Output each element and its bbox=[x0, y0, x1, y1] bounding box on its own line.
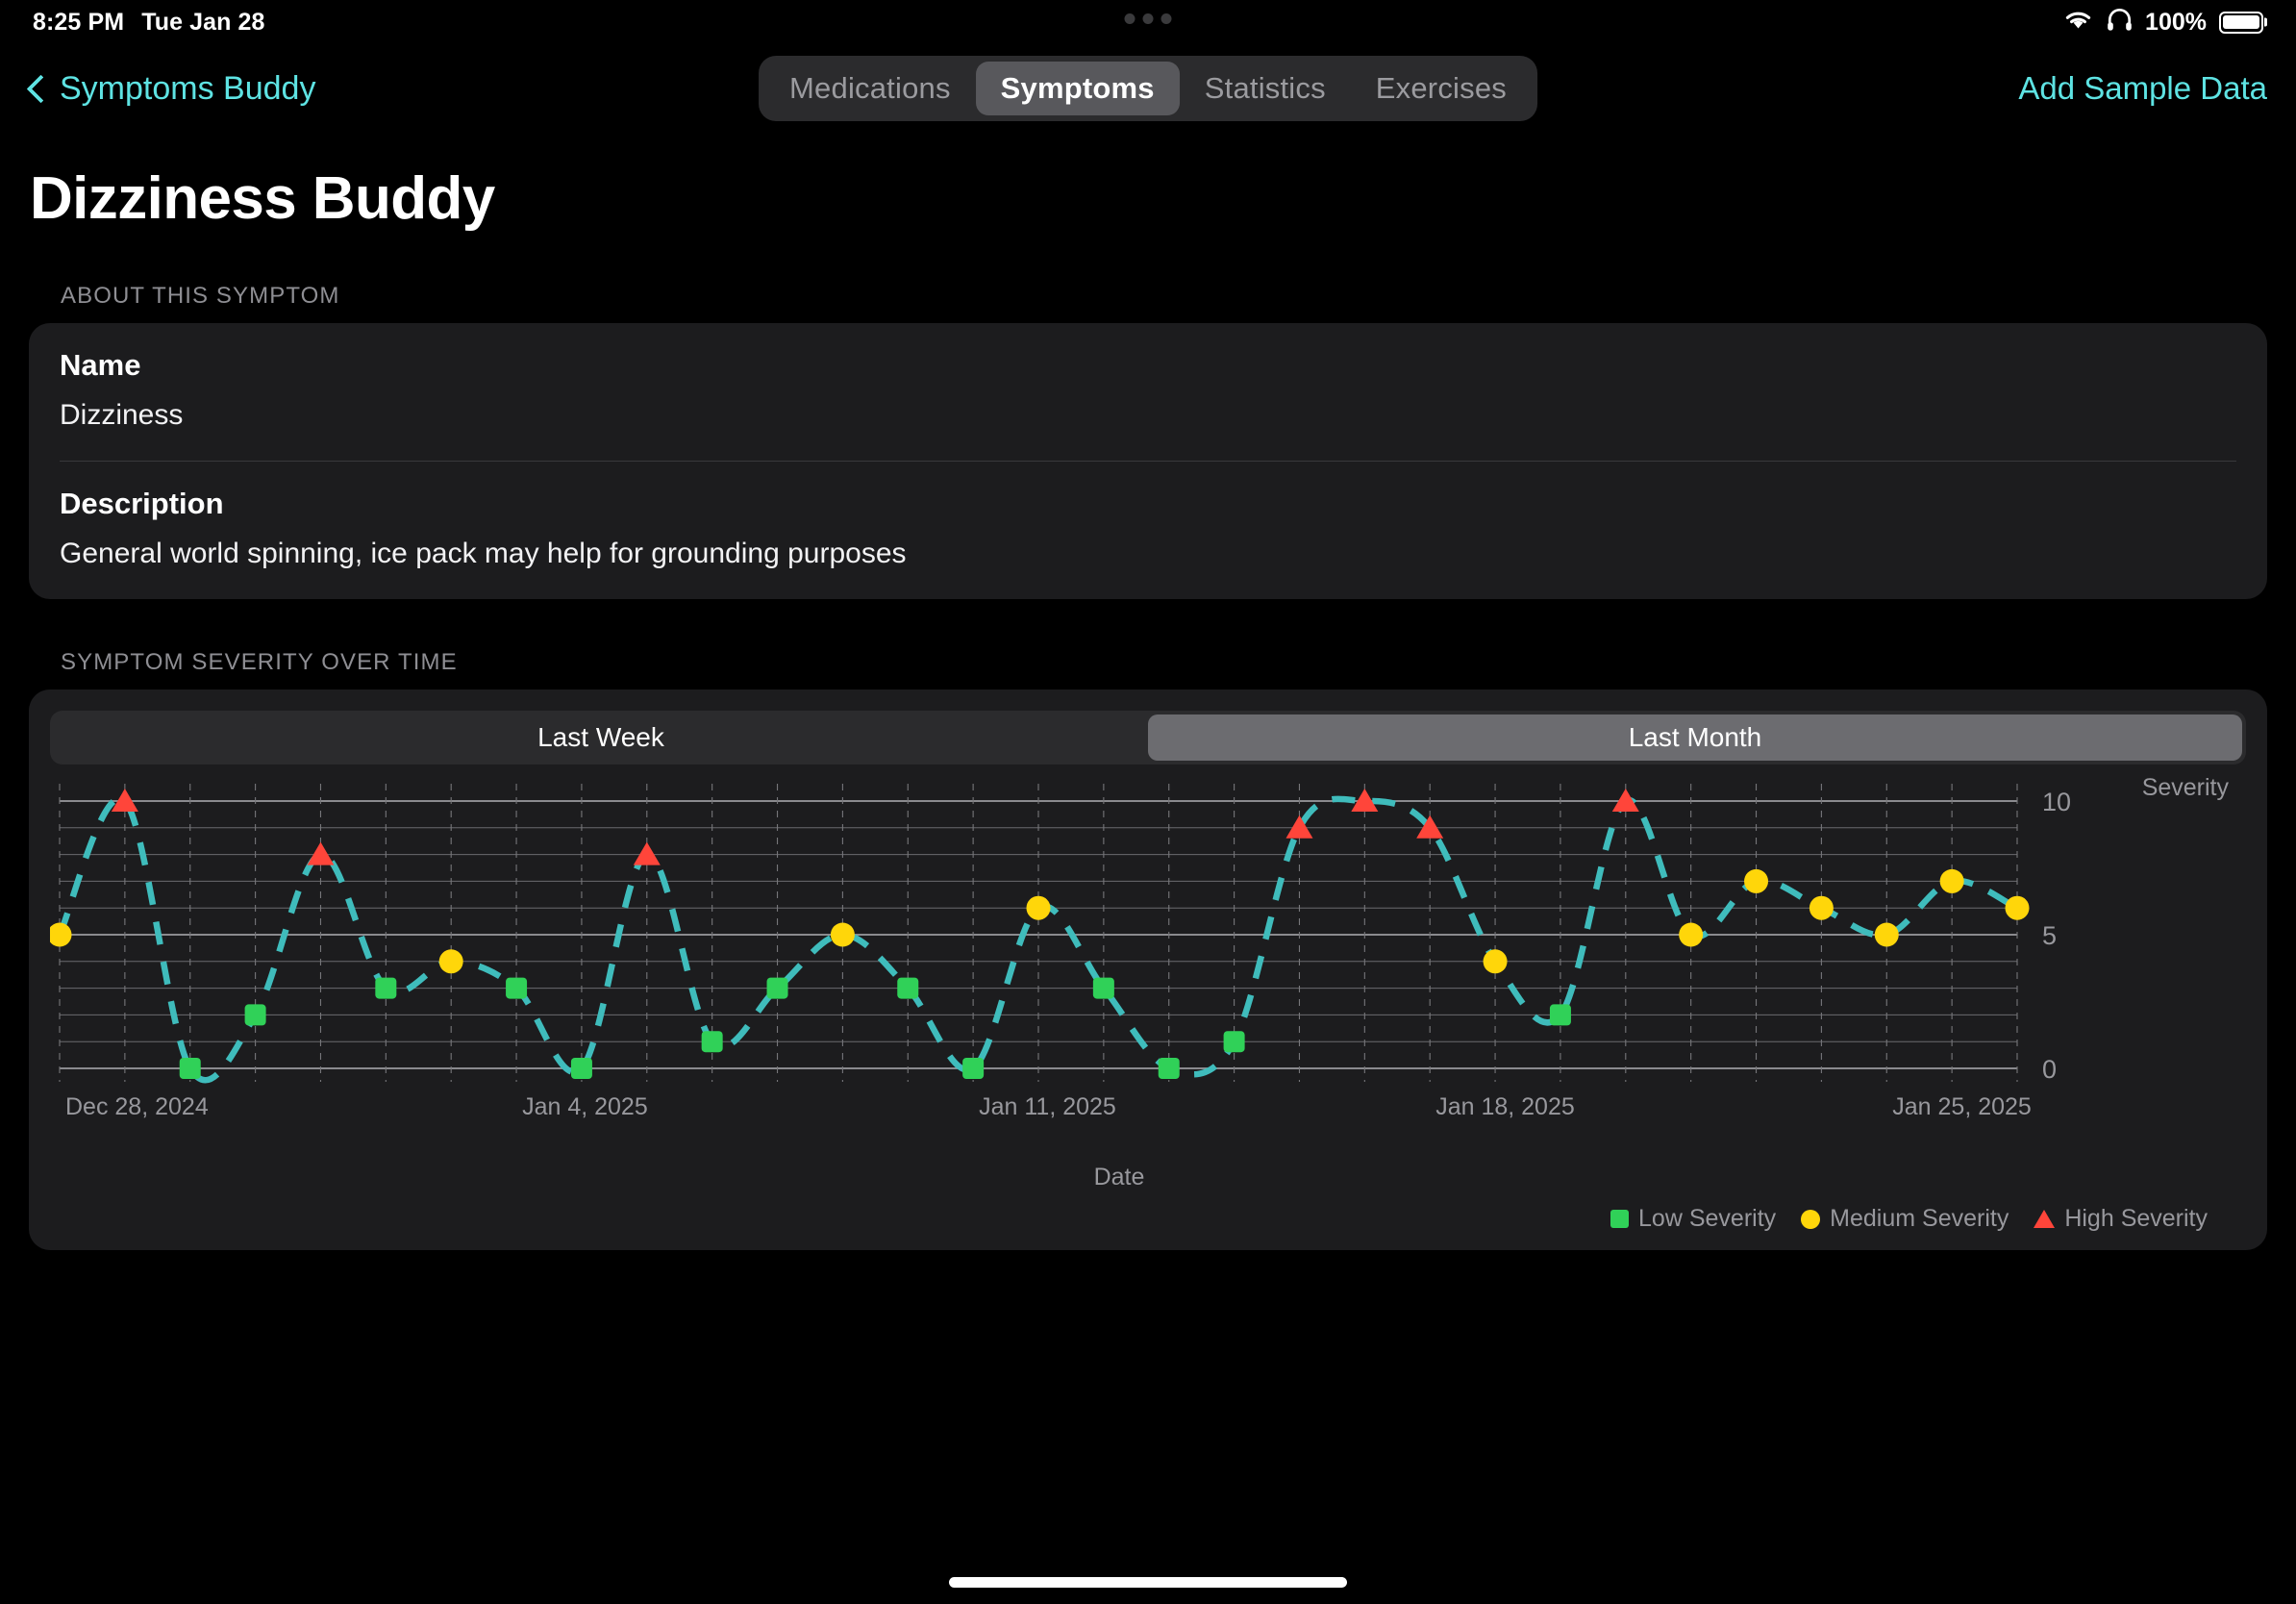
about-card: Name Dizziness Description General world… bbox=[29, 323, 2267, 599]
severity-section-header: SYMPTOM SEVERITY OVER TIME bbox=[61, 649, 458, 675]
high-severity-marker bbox=[307, 841, 335, 865]
add-sample-data-button[interactable]: Add Sample Data bbox=[2018, 70, 2267, 107]
y-tick-label: 0 bbox=[2042, 1055, 2057, 1084]
legend-item-low: Low Severity bbox=[1610, 1205, 1776, 1233]
medium-severity-marker bbox=[1809, 895, 1834, 920]
severity-line-chart[interactable]: 0 5 10 Dec 28, 2024 Jan 4, 2025 Jan 11, 2025 J… bbox=[50, 780, 2219, 1136]
wifi-icon bbox=[2062, 9, 2094, 37]
high-severity-triangle-icon bbox=[2034, 1210, 2056, 1228]
legend-item-high: High Severity bbox=[2034, 1205, 2208, 1233]
chart-legend: Low Severity Medium Severity High Severi… bbox=[50, 1205, 2246, 1233]
tab-medications[interactable]: Medications bbox=[764, 62, 976, 115]
medium-severity-marker bbox=[1679, 922, 1704, 947]
range-segmented-control[interactable]: Last Week Last Month bbox=[50, 711, 2246, 764]
low-severity-marker bbox=[179, 1058, 201, 1079]
back-button-label: Symptoms Buddy bbox=[60, 69, 316, 107]
range-option-last-month[interactable]: Last Month bbox=[1148, 714, 2242, 761]
medium-severity-marker bbox=[830, 922, 855, 947]
description-field-value: General world spinning, ice pack may hel… bbox=[60, 538, 907, 569]
y-tick-label: 10 bbox=[2042, 788, 2071, 816]
y-axis-title: Severity bbox=[2141, 774, 2229, 801]
home-indicator bbox=[949, 1577, 1347, 1588]
low-severity-marker bbox=[1158, 1058, 1180, 1079]
about-row-description: Description General world spinning, ice … bbox=[60, 461, 2236, 599]
x-tick-label: Jan 4, 2025 bbox=[522, 1093, 648, 1120]
medium-severity-marker bbox=[1026, 895, 1051, 920]
main-tab-segmented-control[interactable]: Medications Symptoms Statistics Exercise… bbox=[759, 56, 1537, 121]
high-severity-marker bbox=[1285, 815, 1313, 839]
severity-chart-card: Last Week Last Month Severity 0 5 10 Dec 28… bbox=[29, 689, 2267, 1250]
status-bar-left: 8:25 PM Tue Jan 28 bbox=[33, 9, 265, 37]
tab-symptoms[interactable]: Symptoms bbox=[975, 62, 1180, 115]
battery-full-icon bbox=[2219, 11, 2263, 34]
y-tick-label: 5 bbox=[2042, 921, 2057, 950]
medium-severity-marker bbox=[1874, 922, 1899, 947]
medium-severity-circle-icon bbox=[1801, 1209, 1821, 1229]
x-tick-label: Dec 28, 2024 bbox=[65, 1093, 209, 1120]
high-severity-marker bbox=[633, 841, 661, 865]
status-time: 8:25 PM bbox=[33, 8, 125, 36]
low-severity-marker bbox=[506, 977, 528, 999]
tab-exercises[interactable]: Exercises bbox=[1351, 62, 1532, 115]
low-severity-marker bbox=[701, 1031, 723, 1053]
status-bar-right: 100% bbox=[2062, 8, 2263, 37]
low-severity-marker bbox=[1549, 1004, 1571, 1026]
severity-plot: Severity 0 5 10 Dec 28, 2024 Jan 4, 2025 Jan … bbox=[50, 774, 2246, 1160]
battery-percent: 100% bbox=[2145, 8, 2207, 36]
description-field-label: Description bbox=[60, 487, 224, 520]
multitask-dots-icon[interactable] bbox=[1124, 13, 1172, 24]
low-severity-marker bbox=[1223, 1031, 1245, 1053]
range-option-last-week[interactable]: Last Week bbox=[54, 714, 1148, 761]
medium-severity-marker bbox=[1939, 868, 1964, 893]
low-severity-square-icon bbox=[1610, 1210, 1630, 1228]
low-severity-marker bbox=[897, 977, 919, 999]
low-severity-marker bbox=[244, 1004, 266, 1026]
medium-severity-marker bbox=[50, 922, 72, 947]
legend-item-medium: Medium Severity bbox=[1801, 1205, 2009, 1233]
chevron-left-icon bbox=[25, 78, 46, 99]
status-date: Tue Jan 28 bbox=[141, 8, 265, 36]
high-severity-marker bbox=[111, 789, 138, 812]
status-bar: 8:25 PM Tue Jan 28 100% bbox=[0, 0, 2296, 44]
x-tick-label: Jan 11, 2025 bbox=[979, 1093, 1116, 1120]
navigation-bar: Symptoms Buddy Medications Symptoms Stat… bbox=[0, 44, 2296, 133]
x-tick-label: Jan 18, 2025 bbox=[1435, 1093, 1575, 1120]
low-severity-marker bbox=[375, 977, 397, 999]
name-field-value: Dizziness bbox=[60, 399, 184, 431]
x-axis-title: Date bbox=[1093, 1164, 1145, 1190]
legend-label-high: High Severity bbox=[2064, 1205, 2208, 1232]
legend-label-low: Low Severity bbox=[1638, 1205, 1777, 1232]
medium-severity-marker bbox=[1483, 949, 1508, 974]
low-severity-marker bbox=[570, 1058, 592, 1079]
about-section-header: ABOUT THIS SYMPTOM bbox=[61, 283, 340, 309]
low-severity-marker bbox=[1092, 977, 1114, 999]
page-title: Dizziness Buddy bbox=[30, 165, 495, 232]
x-tick-label: Jan 25, 2025 bbox=[1892, 1093, 2032, 1120]
low-severity-marker bbox=[962, 1058, 985, 1079]
about-row-name: Name Dizziness bbox=[60, 323, 2236, 461]
main-content: Dizziness Buddy ABOUT THIS SYMPTOM Name … bbox=[0, 133, 2296, 1250]
name-field-label: Name bbox=[60, 348, 141, 382]
tab-statistics[interactable]: Statistics bbox=[1180, 62, 1351, 115]
headphones-icon bbox=[2107, 8, 2133, 37]
medium-severity-marker bbox=[2005, 895, 2030, 920]
legend-label-medium: Medium Severity bbox=[1830, 1205, 2009, 1232]
medium-severity-marker bbox=[1744, 868, 1769, 893]
back-button[interactable]: Symptoms Buddy bbox=[25, 70, 315, 108]
medium-severity-marker bbox=[438, 949, 463, 974]
low-severity-marker bbox=[766, 977, 788, 999]
